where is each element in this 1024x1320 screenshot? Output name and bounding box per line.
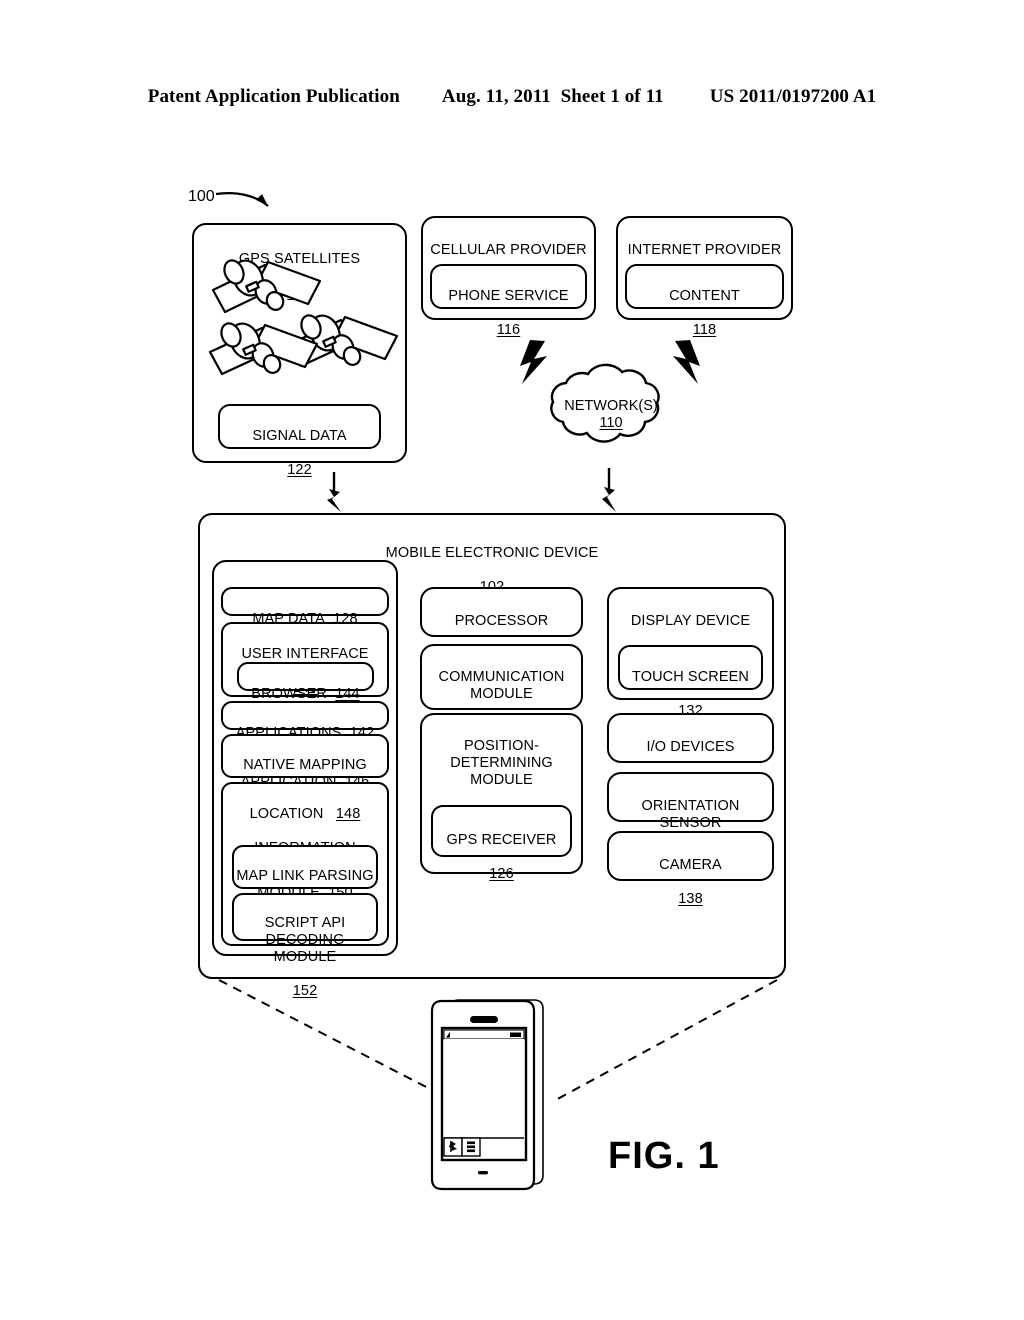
internet-provider-label: INTERNET PROVIDER <box>627 242 782 258</box>
location-information-decoding-module-ref: 148 <box>335 806 361 822</box>
publication-date-sheet: Aug. 11, 2011 Sheet 1 of 11 <box>441 86 664 107</box>
camera-box: CAMERA 138 <box>607 831 774 907</box>
system-reference-label: 100 <box>188 188 215 205</box>
map-link-parsing-module-box: MAP LINK PARSING MODULE 150 <box>232 845 378 901</box>
script-api-decoding-module-title: SCRIPT API DECODING MODULE 152 <box>234 898 376 1000</box>
gps-receiver-title: GPS RECEIVER 126 <box>433 815 570 883</box>
gps-satellites-label: GPS SATELLITES <box>238 251 361 267</box>
phone-service-box: PHONE SERVICE 116 <box>430 264 587 338</box>
orientation-sensor-label: ORIENTATION SENSOR <box>641 798 740 831</box>
signal-data-box: SIGNAL DATA 122 <box>218 404 381 478</box>
browser-title: BROWSER 144 <box>239 669 372 703</box>
touch-screen-box: TOUCH SCREEN 132 <box>618 645 763 719</box>
map-data-box: MAP DATA 128 <box>221 587 389 627</box>
cellular-provider-label: CELLULAR PROVIDER <box>430 242 587 258</box>
signal-data-ref: 122 <box>287 462 312 478</box>
database-icon <box>467 1141 475 1153</box>
signal-data-title: SIGNAL DATA 122 <box>220 411 379 479</box>
content-ref: 118 <box>692 322 717 338</box>
gps-satellites-title: GPS SATELLITES 124 <box>194 234 405 302</box>
phone-screen-content <box>444 1039 524 1138</box>
script-api-decoding-module-box: SCRIPT API DECODING MODULE 152 <box>232 893 378 999</box>
camera-label: CAMERA <box>659 857 722 873</box>
browser-box: BROWSER 144 <box>237 662 374 702</box>
internet-network-lightning-icon <box>673 340 700 384</box>
phone-service-title: PHONE SERVICE 116 <box>432 271 585 339</box>
networks-title: NETWORK(S) 110 <box>536 398 686 432</box>
user-interface-label: USER INTERFACE <box>241 646 369 662</box>
communication-module-box: COMMUNICATION MODULE 108 <box>420 644 583 736</box>
gps-receiver-ref: 126 <box>489 866 514 882</box>
networks-label: NETWORK(S) <box>564 398 658 414</box>
camera-ref: 138 <box>678 891 703 907</box>
gps-receiver-box: GPS RECEIVER 126 <box>431 805 572 882</box>
mobile-phone-illustration <box>430 999 544 1191</box>
content-box: CONTENT 118 <box>625 264 784 338</box>
io-devices-label: I/O DEVICES <box>646 739 735 755</box>
networks-ref: 110 <box>599 415 623 431</box>
browser-ref: 144 <box>335 686 360 702</box>
camera-title: CAMERA 138 <box>609 840 772 908</box>
battery-icon <box>510 1032 521 1037</box>
communication-module-label: COMMUNICATION MODULE <box>438 669 565 702</box>
cellular-network-lightning-icon <box>520 340 547 384</box>
processor-label: PROCESSOR <box>454 613 549 629</box>
network-to-device-arrow <box>602 468 616 512</box>
applications-box: APPLICATIONS 142 <box>221 701 389 741</box>
phone-earpiece-icon <box>470 1016 498 1023</box>
content-title: CONTENT 118 <box>627 271 782 339</box>
phone-service-label: PHONE SERVICE <box>448 288 569 304</box>
touch-screen-label: TOUCH SCREEN <box>632 669 749 685</box>
phone-home-button <box>478 1171 488 1175</box>
processor-box: PROCESSOR 104 <box>420 587 583 663</box>
script-api-decoding-module-ref: 152 <box>292 983 318 999</box>
location-label: LOCATION <box>249 806 324 822</box>
gps-receiver-label: GPS RECEIVER <box>446 832 557 848</box>
native-mapping-application-box: NATIVE MAPPING APPLICATION 146 <box>221 734 389 790</box>
gps-satellites-ref: 124 <box>287 285 312 301</box>
publication-type-label: Patent Application Publication <box>147 86 400 107</box>
io-devices-box: I/O DEVICES 134 <box>607 713 774 789</box>
figure-label: FIG. 1 <box>608 1135 720 1177</box>
page-header: Patent Application Publication Aug. 11, … <box>0 86 1024 108</box>
content-label: CONTENT <box>669 288 740 304</box>
system-lead-arrow <box>215 192 269 207</box>
orientation-sensor-box: ORIENTATION SENSOR 136 <box>607 772 774 865</box>
publication-number: US 2011/0197200 A1 <box>709 86 877 107</box>
signal-data-label: SIGNAL DATA <box>252 428 347 444</box>
phone-service-ref: 116 <box>496 322 521 338</box>
display-device-label: DISPLAY DEVICE <box>630 613 751 629</box>
mobile-electronic-device-label: MOBILE ELECTRONIC DEVICE <box>385 545 599 561</box>
script-api-decoding-module-label: SCRIPT API DECODING MODULE <box>264 915 346 965</box>
browser-label: BROWSER <box>251 686 327 702</box>
position-determining-module-label: POSITION- DETERMINING MODULE <box>450 738 553 788</box>
touch-screen-title: TOUCH SCREEN 132 <box>620 652 761 720</box>
